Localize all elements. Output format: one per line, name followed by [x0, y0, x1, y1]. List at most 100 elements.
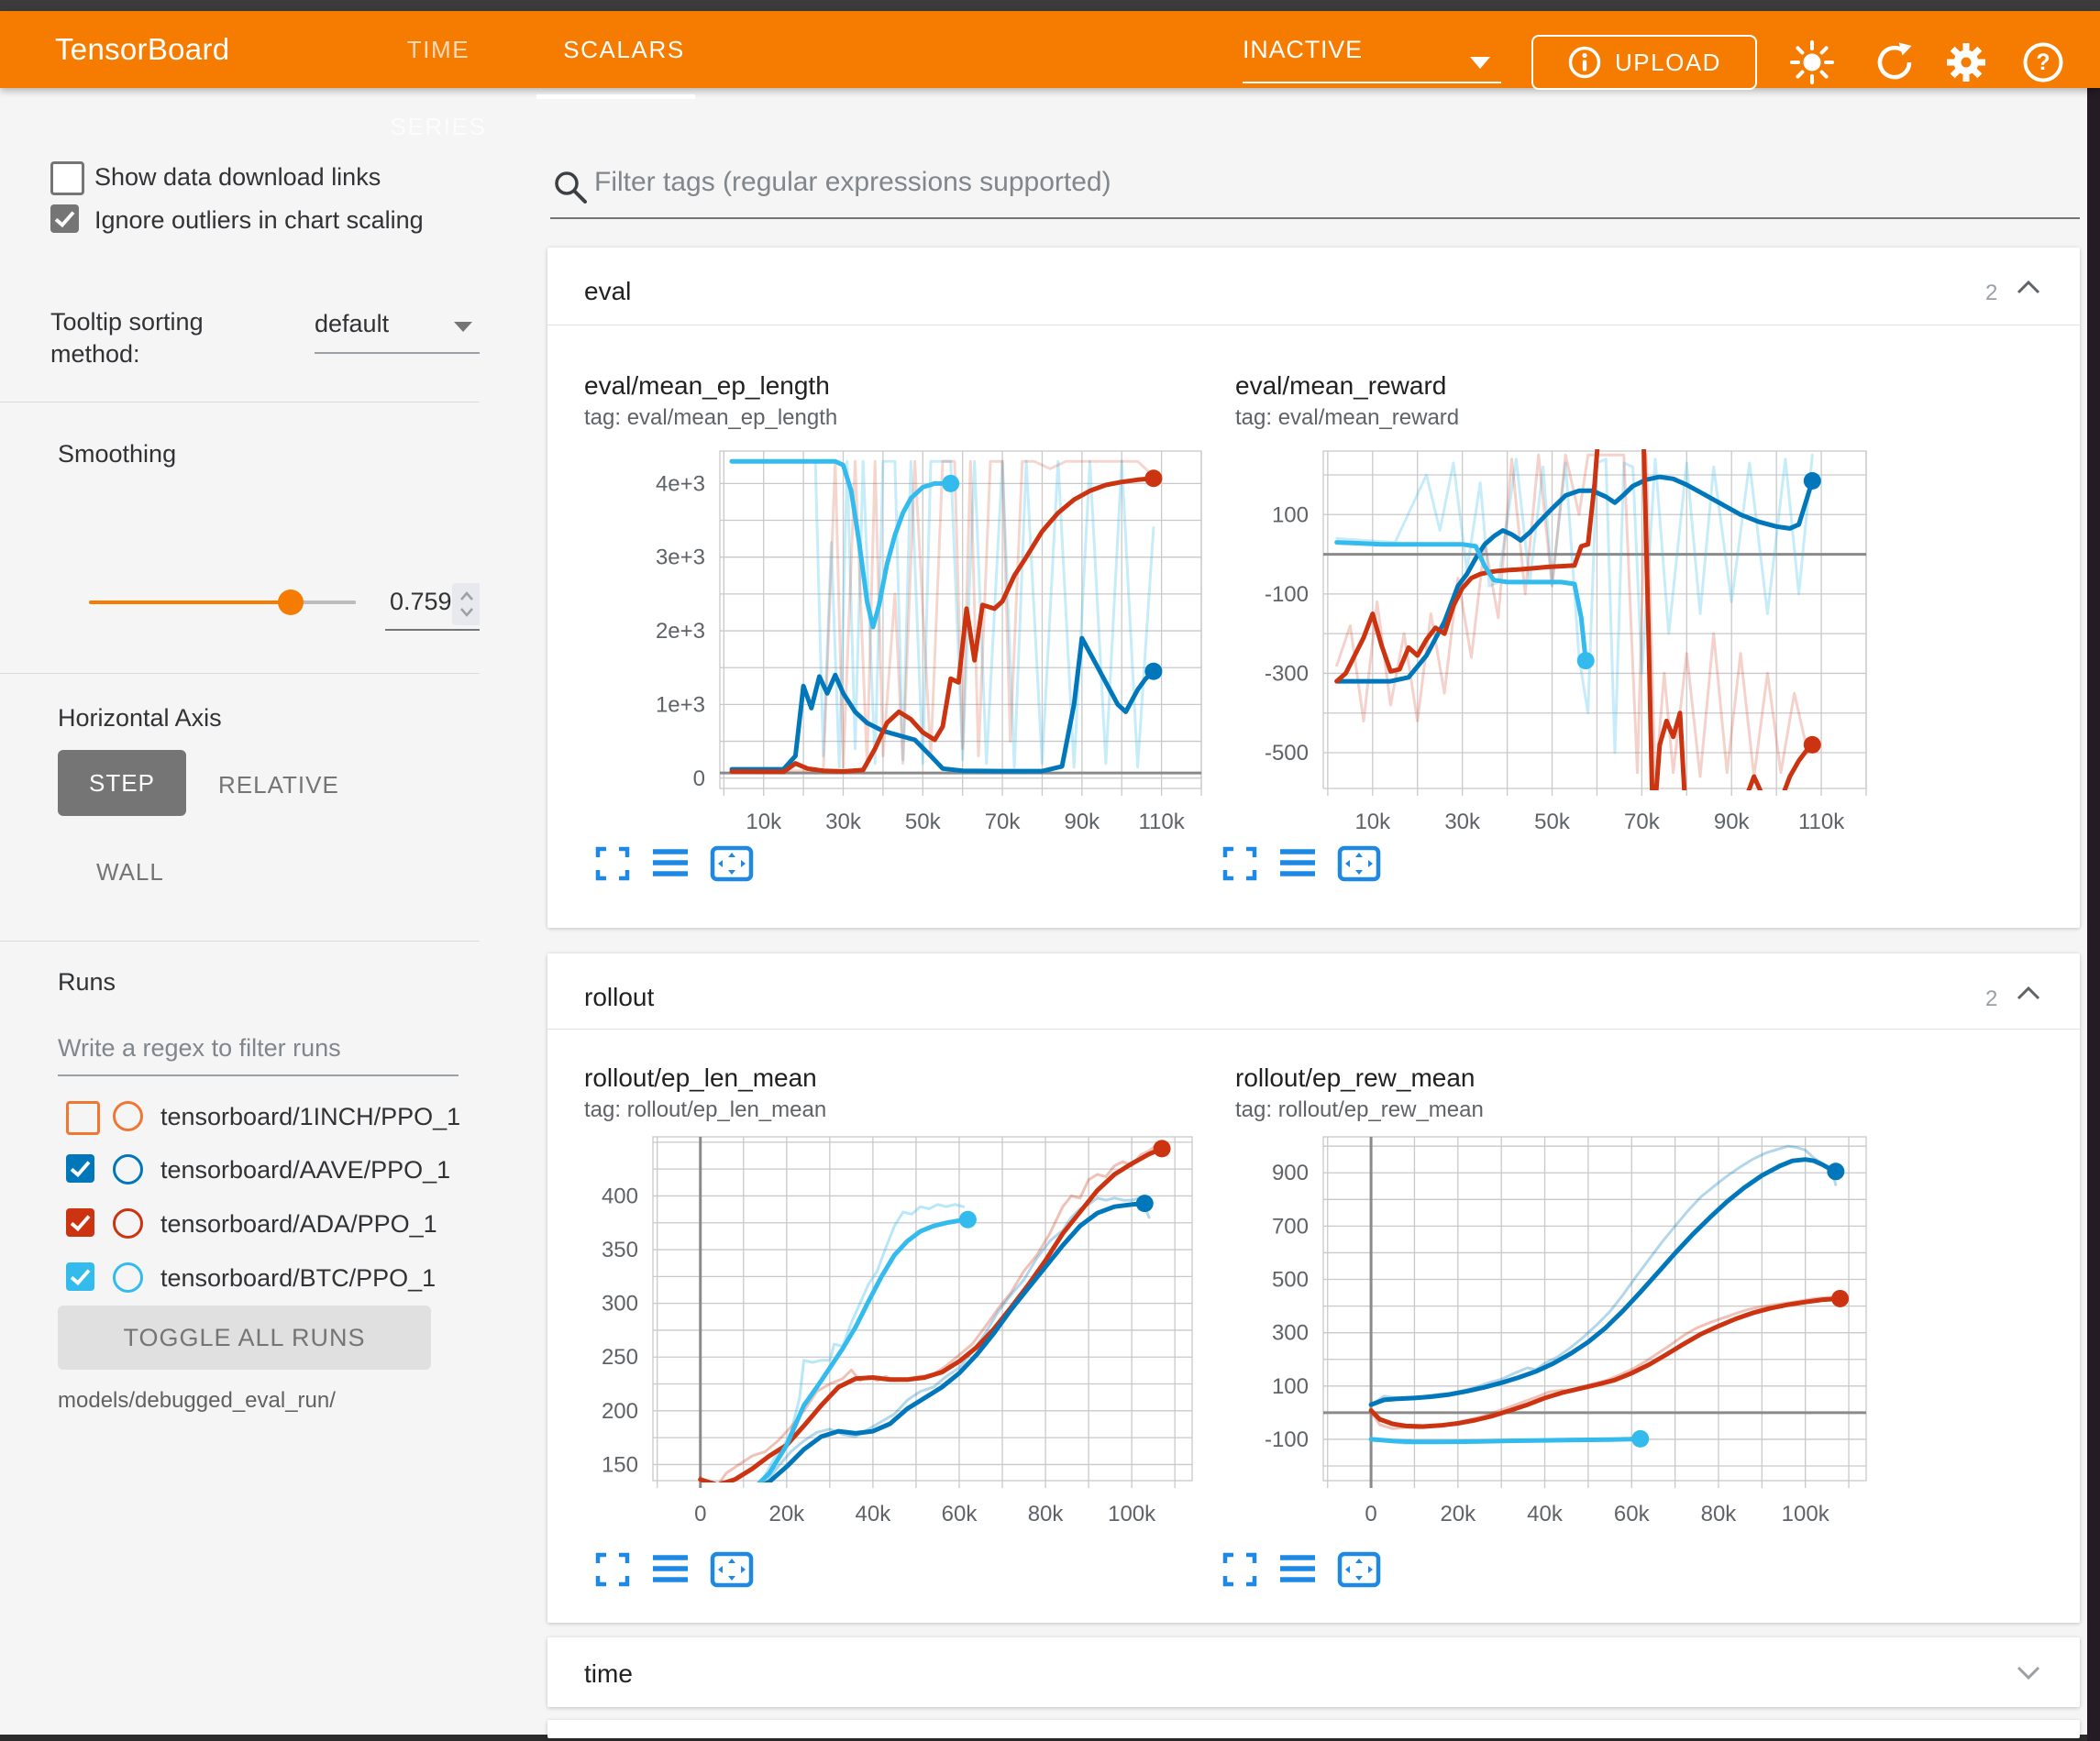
series-end-dot[interactable] [942, 475, 959, 492]
search-icon [552, 169, 589, 205]
run-color-circle[interactable] [113, 1208, 143, 1239]
svg-text:-500: -500 [1265, 741, 1309, 766]
series-end-dot[interactable] [1631, 1430, 1649, 1448]
svg-text:2e+3: 2e+3 [656, 619, 705, 644]
run-color-circle[interactable] [113, 1154, 143, 1185]
run-checkbox[interactable] [66, 1101, 100, 1135]
chart-plot[interactable]: 020k40k60k80k100k400350300250200150 [552, 1122, 1214, 1539]
svg-text:0: 0 [693, 766, 705, 791]
svg-text:80k: 80k [1701, 1502, 1738, 1526]
ignore-outliers-row[interactable]: Ignore outliers in chart scaling [50, 204, 480, 239]
brightness-icon[interactable] [1790, 40, 1834, 84]
smoothing-value[interactable]: 0.759 [390, 588, 452, 616]
refresh-icon[interactable] [1873, 40, 1917, 84]
chart-plot[interactable]: 10k30k50k70k90k110k01e+32e+33e+34e+3 [619, 436, 1223, 847]
section-card-partial [547, 1720, 2080, 1738]
chart-plot[interactable]: 020k40k60k80k100k900700500300100-100 [1222, 1122, 1888, 1539]
runs-root-caption: models/debugged_eval_run/ [58, 1388, 336, 1414]
expand-chart-icon[interactable] [594, 1551, 631, 1588]
data-table-icon[interactable] [651, 845, 690, 882]
collapse-chevron-up-icon[interactable] [2015, 985, 2042, 1003]
fit-domain-icon[interactable] [1337, 1551, 1381, 1588]
series-end-dot[interactable] [1144, 469, 1162, 487]
section-card-time: time [547, 1637, 2080, 1707]
svg-text:90k: 90k [1064, 810, 1100, 834]
horizontal-axis-label: Horizontal Axis [58, 704, 222, 733]
svg-text:700: 700 [1272, 1214, 1309, 1239]
svg-text:60k: 60k [942, 1502, 978, 1526]
series-end-dot[interactable] [1827, 1163, 1844, 1180]
tooltip-sorting-underline [315, 352, 480, 354]
series-end-dot[interactable] [1804, 472, 1821, 490]
run-color-circle[interactable] [113, 1101, 143, 1131]
run-checkbox[interactable] [66, 1154, 94, 1183]
series-end-dot[interactable] [1804, 736, 1821, 754]
svg-text:20k: 20k [1440, 1502, 1476, 1526]
data-table-icon[interactable] [1278, 845, 1317, 882]
axis-option-relative[interactable]: RELATIVE [218, 771, 339, 799]
expand-chart-icon[interactable] [1221, 845, 1258, 882]
settings-icon[interactable] [1944, 40, 1988, 84]
ignore-outliers-label: Ignore outliers in chart scaling [94, 206, 424, 235]
svg-text:80k: 80k [1028, 1502, 1065, 1526]
tab-scalars[interactable]: SCALARS [562, 11, 686, 88]
axis-option-wall[interactable]: WALL [96, 858, 164, 887]
ignore-outliers-checkbox[interactable] [50, 204, 79, 233]
svg-text:250: 250 [602, 1345, 638, 1370]
expand-chart-icon[interactable] [1221, 1551, 1258, 1588]
chart-title: rollout/ep_len_mean [584, 1063, 817, 1093]
series-line [732, 479, 1154, 772]
series-end-dot[interactable] [1144, 663, 1162, 680]
expand-chart-icon[interactable] [594, 845, 631, 882]
filter-tags-input[interactable]: Filter tags (regular expressions support… [594, 167, 1111, 198]
data-table-icon[interactable] [651, 1551, 690, 1588]
section-title-rollout: rollout [584, 983, 654, 1012]
chart-title: eval/mean_reward [1235, 371, 1446, 401]
series-line [701, 1205, 964, 1497]
svg-text:110k: 110k [1798, 810, 1845, 834]
series-end-dot[interactable] [959, 1211, 977, 1229]
show-download-links-row[interactable]: Show data download links [50, 161, 480, 196]
run-label: tensorboard/BTC/PPO_1 [160, 1264, 436, 1293]
stepper-arrows-icon [459, 590, 475, 619]
dropdown-arrow-icon [454, 322, 472, 332]
run-checkbox[interactable] [66, 1262, 94, 1291]
fit-domain-icon[interactable] [710, 845, 754, 882]
svg-text:400: 400 [602, 1184, 638, 1208]
data-table-icon[interactable] [1278, 1551, 1317, 1588]
tab-time-series[interactable]: TIME SERIES [360, 11, 516, 88]
tooltip-sorting-select[interactable]: default [315, 310, 389, 338]
fit-domain-icon[interactable] [1337, 845, 1381, 882]
smoothing-stepper[interactable] [452, 583, 480, 625]
svg-text:-100: -100 [1265, 1427, 1309, 1452]
series-end-dot[interactable] [1831, 1290, 1849, 1307]
collapse-chevron-down-icon[interactable] [2015, 1663, 2042, 1681]
smoothing-slider-thumb[interactable] [278, 590, 304, 615]
check-icon [66, 1208, 94, 1237]
svg-text:900: 900 [1272, 1161, 1309, 1185]
run-checkbox[interactable] [66, 1208, 94, 1237]
collapse-chevron-up-icon[interactable] [2015, 279, 2042, 297]
chart-title: rollout/ep_rew_mean [1235, 1063, 1476, 1093]
series-end-dot[interactable] [1154, 1140, 1171, 1157]
upload-button[interactable]: UPLOAD [1531, 35, 1757, 90]
show-download-links-checkbox[interactable] [50, 161, 84, 195]
help-icon[interactable]: ? [2021, 40, 2065, 84]
run-color-circle[interactable] [113, 1262, 143, 1293]
series-end-dot[interactable] [1136, 1195, 1154, 1212]
svg-text:3e+3: 3e+3 [656, 545, 705, 570]
svg-text:100k: 100k [1782, 1502, 1830, 1526]
series-line [1371, 1160, 1836, 1405]
runs-filter-input[interactable]: Write a regex to filter runs [58, 1034, 341, 1063]
app-title: TensorBoard [55, 11, 229, 88]
series-end-dot[interactable] [1577, 652, 1595, 669]
run-label: tensorboard/ADA/PPO_1 [160, 1210, 437, 1239]
svg-text:-100: -100 [1265, 582, 1309, 607]
svg-text:10k: 10k [1354, 810, 1391, 834]
svg-text:50k: 50k [1534, 810, 1571, 834]
chart-plot[interactable]: 10k30k50k70k90k110k100-100-300-500 [1222, 436, 1888, 847]
fit-domain-icon[interactable] [710, 1551, 754, 1588]
toggle-all-runs-button[interactable]: TOGGLE ALL RUNS [58, 1306, 431, 1370]
svg-text:500: 500 [1272, 1268, 1309, 1293]
axis-option-step[interactable]: STEP [58, 750, 186, 816]
